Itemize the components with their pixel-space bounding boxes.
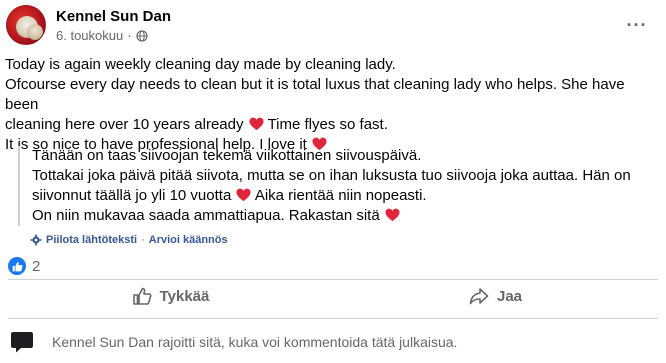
globe-icon <box>135 29 148 42</box>
post-line-text: cleaning here over 10 years already <box>5 116 244 133</box>
translation-line-text: Aika rientää niin nopeasti. <box>254 187 427 204</box>
red-heart-icon <box>236 188 251 202</box>
like-label: Tykkää <box>159 287 210 305</box>
restriction-text: Kennel Sun Dan rajoitti sitä, kuka voi k… <box>52 334 458 350</box>
post-line: Today is again weekly cleaning day made … <box>5 56 396 73</box>
meta-separator: · <box>127 28 132 43</box>
translation-line-with-heart: siivonnut täällä jo yli 10 vuotta Aika r… <box>32 186 648 206</box>
author-avatar[interactable] <box>6 5 46 45</box>
post-line-text: Time flyes so fast. <box>267 116 388 133</box>
translation-line-text: siivonnut täällä jo yli 10 vuotta <box>32 187 232 204</box>
avatar-dog-shape-2 <box>27 24 43 40</box>
like-reaction-icon <box>8 257 26 275</box>
actions-bottom-divider <box>8 318 658 319</box>
more-options-button[interactable]: ··· <box>622 10 652 40</box>
translated-text-block: Tänään on taas siivoojan tekemä viikotta… <box>18 146 648 226</box>
hide-original-link[interactable]: Piilota lähtöteksti <box>46 234 137 246</box>
post-line: Ofcourse every day needs to clean but it… <box>5 76 625 113</box>
post-actions: Tykkää Jaa <box>8 278 658 314</box>
post-line-with-heart: cleaning here over 10 years already Time… <box>5 115 655 135</box>
share-label: Jaa <box>496 287 523 305</box>
translation-line-text: On niin mukavaa saada ammattiapua. Rakas… <box>32 207 380 224</box>
post-header: Kennel Sun Dan 6. toukokuu · ··· <box>0 0 666 54</box>
red-heart-icon <box>249 117 264 131</box>
translation-line: Tottakai joka päivä pitää siivota, mutta… <box>32 167 631 184</box>
thumbs-up-icon <box>132 287 152 305</box>
gear-icon <box>30 234 42 246</box>
share-button[interactable]: Jaa <box>333 278 658 314</box>
comment-restriction-notice: Kennel Sun Dan rajoitti sitä, kuka voi k… <box>8 326 457 358</box>
translation-line-with-heart: On niin mukavaa saada ammattiapua. Rakas… <box>32 206 648 226</box>
translation-controls: Piilota lähtöteksti · Arvioi käännös <box>30 234 228 246</box>
translation-line: Tänään on taas siivoojan tekemä viikotta… <box>32 147 422 164</box>
post-body: Today is again weekly cleaning day made … <box>5 55 655 155</box>
like-button[interactable]: Tykkää <box>8 278 333 314</box>
post-meta: 6. toukokuu · <box>56 28 148 43</box>
thumbs-up-icon <box>12 261 23 271</box>
translate-separator: · <box>141 234 145 246</box>
share-arrow-icon <box>469 288 489 305</box>
reaction-summary[interactable]: 2 <box>8 257 40 275</box>
reaction-count: 2 <box>32 257 41 275</box>
rate-translation-link[interactable]: Arvioi käännös <box>149 234 228 246</box>
comment-restricted-icon <box>11 332 33 353</box>
author-name[interactable]: Kennel Sun Dan <box>56 8 171 25</box>
post-date[interactable]: 6. toukokuu <box>56 28 123 43</box>
red-heart-icon <box>385 208 400 222</box>
